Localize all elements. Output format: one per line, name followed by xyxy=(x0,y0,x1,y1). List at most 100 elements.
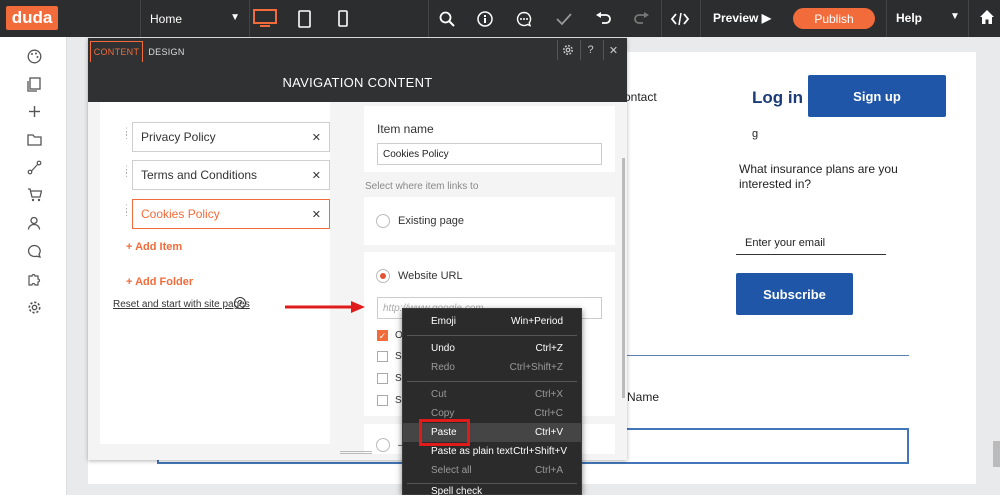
tablet-view-button[interactable] xyxy=(296,8,312,29)
home-button[interactable] xyxy=(979,9,995,28)
tab-design[interactable]: DESIGN xyxy=(144,41,189,62)
nav-item[interactable]: Privacy Policy ✕ xyxy=(132,122,330,152)
checklist-button[interactable] xyxy=(554,9,574,29)
gear-icon xyxy=(562,45,573,55)
canvas-scrollbar[interactable] xyxy=(993,441,1000,467)
site-signup-button[interactable]: Sign up xyxy=(808,75,946,117)
cart-icon[interactable] xyxy=(26,187,42,203)
menu-item-label: Paste as plain text xyxy=(431,446,513,457)
add-folder-label: Add Folder xyxy=(135,276,194,288)
item-name-input[interactable]: Cookies Policy xyxy=(377,143,602,165)
puzzle-icon[interactable] xyxy=(26,271,42,287)
menu-item-select-all[interactable]: Select all Ctrl+A xyxy=(403,461,581,480)
settings-button[interactable] xyxy=(557,40,577,60)
menu-item-shortcut: Win+Period xyxy=(511,316,563,327)
menu-item-label: Emoji xyxy=(431,316,457,327)
remove-icon[interactable]: ✕ xyxy=(312,131,321,144)
checkbox[interactable]: ✓ xyxy=(377,330,388,341)
menu-item-undo[interactable]: Undo Ctrl+Z xyxy=(403,339,581,358)
website-url-radio[interactable] xyxy=(376,269,390,283)
check-icon xyxy=(556,13,572,26)
menu-item-label: Select all xyxy=(431,465,472,476)
code-button[interactable] xyxy=(670,9,690,29)
toolbar-divider xyxy=(140,0,141,37)
other-option-radio[interactable] xyxy=(376,438,390,452)
folder-icon[interactable] xyxy=(26,131,42,147)
redo-button[interactable] xyxy=(632,9,652,29)
chevron-down-icon: ▼ xyxy=(230,12,240,23)
nav-item[interactable]: Terms and Conditions ✕ xyxy=(132,160,330,190)
desktop-icon xyxy=(253,9,277,27)
add-item-link[interactable]: + Add Item xyxy=(126,241,182,253)
pages-icon[interactable] xyxy=(26,76,42,92)
plus-icon[interactable] xyxy=(26,103,42,119)
site-email-input[interactable]: Enter your email xyxy=(736,232,886,255)
website-url-label: Website URL xyxy=(398,270,463,282)
info-button[interactable] xyxy=(475,9,495,29)
add-item-label: Add Item xyxy=(135,241,183,253)
menu-item-spell-check[interactable]: Spell check xyxy=(403,486,581,495)
remove-icon[interactable]: ✕ xyxy=(312,208,321,221)
desktop-view-button[interactable] xyxy=(252,8,278,29)
preview-button[interactable]: Preview ▶ xyxy=(713,11,771,25)
play-icon: ▶ xyxy=(761,11,771,25)
preview-label: Preview xyxy=(713,11,759,25)
mobile-view-button[interactable] xyxy=(336,8,350,29)
page-selector-label: Home xyxy=(150,11,183,26)
toolbar-divider xyxy=(886,0,887,37)
info-icon xyxy=(477,11,493,27)
help-button[interactable]: Help xyxy=(896,11,922,25)
search-icon xyxy=(439,11,455,27)
menu-item-cut[interactable]: Cut Ctrl+X xyxy=(403,385,581,404)
nav-item-selected[interactable]: Cookies Policy ✕ xyxy=(132,199,330,229)
palette-icon[interactable] xyxy=(26,48,42,64)
chat-icon[interactable] xyxy=(26,243,42,259)
gear-icon[interactable] xyxy=(26,299,42,315)
checkbox[interactable] xyxy=(377,373,388,384)
question-icon[interactable]: ? xyxy=(234,297,246,309)
redo-icon xyxy=(634,12,649,24)
resize-handle[interactable] xyxy=(340,451,372,454)
menu-item-redo[interactable]: Redo Ctrl+Shift+Z xyxy=(403,358,581,377)
menu-item-label: Copy xyxy=(431,408,455,419)
publish-button[interactable]: Publish xyxy=(793,8,875,29)
existing-page-label: Existing page xyxy=(398,215,465,227)
existing-page-radio[interactable] xyxy=(376,214,390,228)
undo-button[interactable] xyxy=(593,9,613,29)
comments-button[interactable] xyxy=(514,9,534,29)
menu-separator xyxy=(407,335,577,336)
site-heading-fragment: g xyxy=(752,128,759,140)
checkbox-label: S xyxy=(395,373,402,384)
flow-icon[interactable] xyxy=(26,159,42,175)
site-subscribe-button[interactable]: Subscribe xyxy=(736,273,853,315)
item-name-label: Item name xyxy=(377,122,434,136)
checkbox[interactable] xyxy=(377,395,388,406)
site-nav-contact[interactable]: ontact xyxy=(624,90,657,104)
chevron-down-icon[interactable]: ▼ xyxy=(950,11,960,22)
add-folder-link[interactable]: + Add Folder xyxy=(126,276,193,288)
panel-scrollbar[interactable] xyxy=(622,158,625,398)
user-icon[interactable] xyxy=(26,215,42,231)
page-selector[interactable]: Home ▼ xyxy=(150,0,240,37)
site-name-label: Name xyxy=(627,390,660,404)
menu-item-shortcut: Ctrl+Shift+Z xyxy=(509,362,563,373)
reset-link[interactable]: Reset and start with site pages xyxy=(113,299,250,310)
site-login-link[interactable]: Log in xyxy=(752,88,803,108)
tab-content[interactable]: CONTENT xyxy=(90,41,143,62)
drag-handle-icon[interactable]: ⋮ ⋮ xyxy=(122,127,131,145)
tablet-icon xyxy=(297,9,311,28)
menu-separator xyxy=(407,483,577,484)
search-button[interactable] xyxy=(437,9,457,29)
menu-item-shortcut: Ctrl+Shift+V xyxy=(513,446,567,457)
drag-handle-icon[interactable]: ⋮ ⋮ xyxy=(122,204,131,222)
help-icon[interactable]: ? xyxy=(580,40,600,60)
panel-title: NAVIGATION CONTENT xyxy=(88,62,627,102)
comment-icon xyxy=(516,11,532,27)
panel-tabbar: CONTENT DESIGN ? ✕ xyxy=(88,38,627,62)
close-icon[interactable]: ✕ xyxy=(603,40,623,60)
checkbox[interactable] xyxy=(377,351,388,362)
remove-icon[interactable]: ✕ xyxy=(312,169,321,182)
menu-item-emoji[interactable]: Emoji Win+Period xyxy=(403,312,581,331)
annotation-arrow-icon xyxy=(285,301,365,313)
drag-handle-icon[interactable]: ⋮ ⋮ xyxy=(122,165,131,183)
